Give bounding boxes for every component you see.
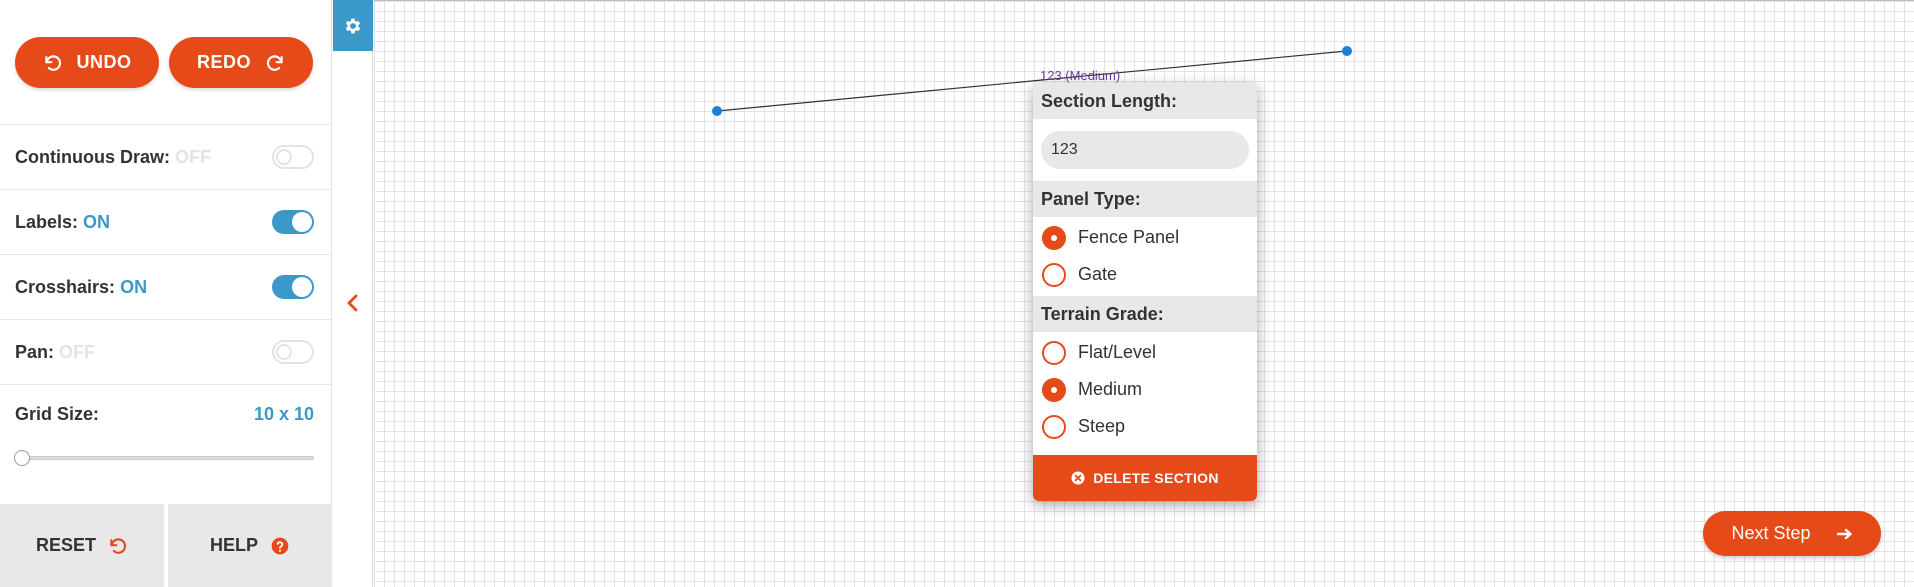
crosshairs-label: Crosshairs: ON [15,277,147,298]
continuous-draw-label-text: Continuous Draw: [15,146,170,167]
terrain-option-label: Steep [1078,416,1126,436]
redo-label: REDO [196,52,251,72]
grid-size-slider-thumb[interactable] [14,450,30,466]
labels-label: Labels: ON [15,212,110,233]
section-length-input[interactable]: 123 [1041,131,1249,169]
pan-label: Pan: OFF [15,342,95,363]
radio-checked-icon[interactable] [1042,225,1066,250]
radio-unchecked-icon[interactable] [1042,262,1066,287]
radio-unchecked-icon[interactable] [1042,414,1066,439]
next-step-button[interactable]: Next Step [1703,511,1881,556]
grid-size-row: Grid Size: 10 x 10 [0,385,332,480]
toggle-knob [276,344,292,360]
undo-button[interactable]: UNDO [15,37,159,88]
panel-type-header: Panel Type: [1033,181,1257,217]
reset-icon [110,537,127,554]
grid-size-value: 10 x 10 [253,403,314,424]
continuous-draw-state: OFF [175,146,212,167]
close-circle-icon [1071,471,1085,485]
panel-type-option-label: Gate [1078,264,1118,284]
labels-row: Labels: ON [0,190,332,255]
settings-gear-button[interactable] [333,0,373,51]
terrain-option-label: Flat/Level [1078,342,1157,362]
continuous-draw-toggle[interactable] [272,145,314,169]
crosshairs-toggle[interactable] [272,275,314,299]
radio-unchecked-icon[interactable] [1042,340,1066,365]
continuous-draw-row: Continuous Draw: OFF [0,125,332,190]
panel-type-option-fence-panel[interactable]: Fence Panel [1033,219,1257,256]
terrain-option-label: Medium [1078,379,1143,399]
delete-section-label: DELETE SECTION [1093,470,1219,486]
undo-arrow-icon [44,54,61,71]
pan-label-text: Pan: [15,341,55,362]
toggle-knob [276,149,292,165]
arrow-right-icon [1836,528,1852,539]
help-button[interactable]: HELP [168,504,332,587]
section-popover: Section Length: 123 Panel Type: Fence Pa… [1033,83,1257,501]
pan-state: OFF [59,341,96,362]
panel-type-option-label: Fence Panel [1078,227,1180,247]
undo-label: UNDO [76,52,132,72]
reset-button[interactable]: RESET [0,504,164,587]
terrain-option-medium[interactable]: Medium [1033,371,1257,408]
terrain-option-flat-level[interactable]: Flat/Level [1033,334,1257,371]
section-length-label: 123 (Medium) [1040,68,1121,83]
help-icon [271,537,289,554]
toggle-knob [294,279,310,295]
next-step-label: Next Step [1731,523,1811,543]
sidebar: UNDO REDO Continuous Draw: OFF Labels: O… [0,0,332,587]
labels-toggle[interactable] [272,210,314,234]
terrain-grade-header: Terrain Grade: [1033,296,1257,332]
labels-label-text: Labels: [15,211,79,232]
terrain-option-steep[interactable]: Steep [1033,408,1257,445]
section-length-header: Section Length: [1033,83,1257,119]
pan-row: Pan: OFF [0,320,332,385]
footer-buttons: RESET HELP [0,504,332,587]
crosshairs-state: ON [120,276,148,297]
collapse-sidebar-chevron-icon[interactable] [344,292,362,314]
grid-size-label: Grid Size: [15,403,100,424]
grid-size-slider-track[interactable] [18,456,314,460]
settings-list: Continuous Draw: OFF Labels: ON Crosshai… [0,124,332,480]
radio-checked-icon[interactable] [1042,377,1066,402]
panel-type-option-gate[interactable]: Gate [1033,256,1257,293]
delete-section-button[interactable]: DELETE SECTION [1033,455,1257,501]
reset-label: RESET [35,535,96,555]
pan-toggle[interactable] [272,340,314,364]
grid-size-head: Grid Size: 10 x 10 [15,385,314,443]
help-label: HELP [209,535,258,555]
terrain-grade-options: Flat/Level Medium Steep [1033,332,1257,447]
crosshairs-row: Crosshairs: ON [0,255,332,320]
redo-button[interactable]: REDO [169,37,313,88]
continuous-draw-label: Continuous Draw: OFF [15,147,211,168]
redo-arrow-icon [266,54,283,71]
panel-type-options: Fence Panel Gate [1033,217,1257,296]
undo-redo-group: UNDO REDO [15,37,313,88]
toggle-knob [294,214,310,230]
labels-state: ON [83,211,111,232]
crosshairs-label-text: Crosshairs: [15,276,116,297]
gear-icon [345,18,361,33]
section-length-input-wrap: 123 [1033,119,1257,181]
